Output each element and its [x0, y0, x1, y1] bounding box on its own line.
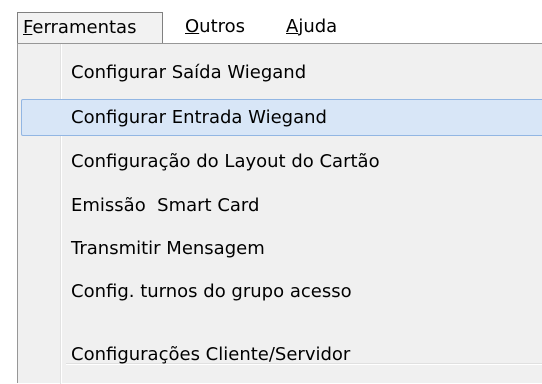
ferramentas-dropdown: Configurar Saída Wiegand Configurar Entr… — [17, 43, 542, 384]
menu-outros[interactable]: Outros — [180, 12, 266, 44]
menu-item-label: Configurar Entrada Wiegand — [71, 107, 327, 128]
menu-item-emissao-smart-card[interactable]: Emissão Smart Card — [21, 187, 542, 224]
menu-item-configuracoes-cliente-servidor[interactable]: Configurações Cliente/Servidor — [21, 336, 542, 373]
menu-item-configurar-entrada-wiegand[interactable]: Configurar Entrada Wiegand — [21, 99, 542, 136]
menu-outros-label: utros — [199, 16, 246, 37]
menu-ajuda-label: juda — [298, 16, 338, 37]
menu-outros-mnemonic: O — [185, 16, 200, 37]
menu-item-label: Configurações Cliente/Servidor — [71, 344, 351, 365]
menu-item-label: Emissão Smart Card — [71, 195, 260, 216]
menu-item-transmitir-mensagem[interactable]: Transmitir Mensagem — [21, 230, 542, 267]
menu-item-label: Transmitir Mensagem — [71, 238, 265, 259]
menu-item-config-turnos-grupo-acesso[interactable]: Config. turnos do grupo acesso — [21, 273, 542, 310]
menu-ferramentas[interactable]: Ferramentas — [17, 12, 163, 44]
menu-ajuda-mnemonic: A — [286, 16, 299, 37]
menu-ferramentas-mnemonic: F — [23, 17, 33, 38]
menu-item-label: Configuração do Layout do Cartão — [71, 151, 380, 172]
menu-bar: Ferramentas Outros Ajuda — [0, 0, 542, 46]
menu-ferramentas-label: erramentas — [32, 17, 137, 38]
menu-item-label: Configurar Saída Wiegand — [71, 62, 307, 83]
menu-ajuda[interactable]: Ajuda — [281, 12, 361, 44]
menu-item-configuracao-layout-cartao[interactable]: Configuração do Layout do Cartão — [21, 143, 542, 180]
menu-item-label: Config. turnos do grupo acesso — [71, 281, 352, 302]
menu-item-configurar-saida-wiegand[interactable]: Configurar Saída Wiegand — [21, 54, 542, 91]
